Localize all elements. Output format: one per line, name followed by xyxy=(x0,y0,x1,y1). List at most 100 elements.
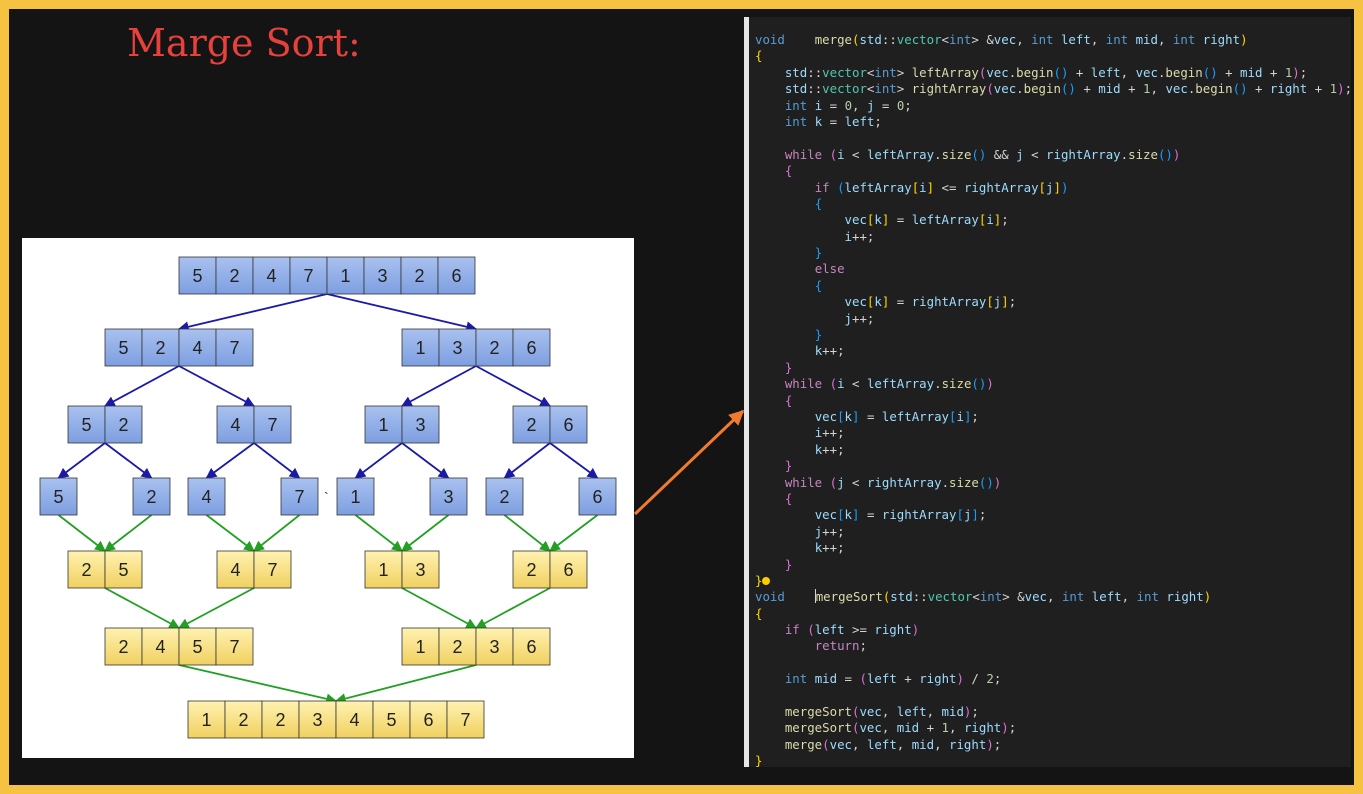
code-token: :: xyxy=(807,64,823,80)
lightbulb-icon[interactable] xyxy=(762,576,771,585)
code-token: [ xyxy=(837,507,845,523)
cell-value: 2 xyxy=(238,710,248,730)
merge-arrow xyxy=(104,587,180,629)
array-group: 3 xyxy=(429,477,468,516)
code-token: ; xyxy=(1008,294,1017,310)
code-token: if xyxy=(814,179,830,195)
code-editor[interactable]: void merge(std::vector<int> &vec, int le… xyxy=(744,17,1351,767)
code-token: <= xyxy=(934,179,964,195)
code-token: = xyxy=(889,212,912,228)
code-token: rightArray xyxy=(911,294,987,310)
code-token: } xyxy=(814,245,823,261)
code-token: > & xyxy=(1002,589,1025,605)
cell-value: 1 xyxy=(201,710,211,730)
code-token: vector xyxy=(896,32,942,47)
code-token: + xyxy=(896,671,920,687)
cell-value: 1 xyxy=(415,637,425,657)
code-token: ; xyxy=(971,408,979,424)
code-token: begin xyxy=(1023,81,1061,97)
code-token: right xyxy=(874,622,912,638)
code-token: size xyxy=(941,376,972,392)
code-token: ++; xyxy=(822,523,845,539)
code-token: ] xyxy=(926,179,935,195)
array-group: 5 xyxy=(39,477,78,516)
code-line: { xyxy=(755,606,1351,622)
code-token: left xyxy=(866,736,897,752)
code-token: i xyxy=(837,146,845,162)
code-token: int xyxy=(874,81,897,97)
merge-arrow xyxy=(475,587,551,629)
code-token: :: xyxy=(807,81,823,97)
code-token: ; xyxy=(993,736,1002,752)
code-token: leftArray xyxy=(911,212,979,228)
code-token: int xyxy=(874,64,897,80)
code-token: } xyxy=(784,458,793,474)
code-token: :: xyxy=(881,32,897,47)
code-line: i++; xyxy=(755,229,1351,245)
code-line: merge(vec, left, mid, right); xyxy=(755,737,1351,753)
code-token: ) xyxy=(986,736,994,752)
cell-value: 6 xyxy=(423,710,433,730)
code-token: ] xyxy=(1053,179,1061,195)
code-token: int xyxy=(1061,589,1085,605)
code-token: vec xyxy=(844,212,867,228)
code-token: mergeSort xyxy=(815,589,883,605)
array-group: 7 xyxy=(280,477,319,516)
array-group: 13 xyxy=(364,405,440,444)
array-group: 5 2 4 7 1 3 2 6 xyxy=(178,256,476,295)
cell-value: 3 xyxy=(415,415,425,435)
code-token: vec xyxy=(993,81,1017,97)
code-token: + xyxy=(1120,81,1144,97)
code-line: vec[k] = leftArray[i]; xyxy=(755,212,1351,228)
code-token: left xyxy=(1090,64,1121,80)
code-line: } xyxy=(755,327,1351,343)
cell-value: 5 xyxy=(192,266,202,286)
code-token: while xyxy=(784,146,823,162)
code-line: } xyxy=(755,753,1351,767)
array-group: 13 xyxy=(364,550,440,589)
cell-value: 3 xyxy=(452,338,462,358)
code-token: + xyxy=(1247,81,1270,97)
cell-value: 7 xyxy=(229,637,239,657)
code-token: std xyxy=(784,64,808,80)
code-token: [ xyxy=(837,408,845,424)
code-token: () xyxy=(1232,81,1248,97)
code-token: = xyxy=(874,97,897,113)
code-token: } xyxy=(755,572,763,588)
code-line: void mergeSort(std::vector<int> &vec, in… xyxy=(755,589,1351,605)
code-token: leftArray xyxy=(911,64,979,80)
code-token: () xyxy=(1157,146,1173,162)
code-token: [ xyxy=(1038,179,1047,195)
code-token: vec xyxy=(814,408,838,424)
code-token: size xyxy=(941,146,972,162)
cell-value: 5 xyxy=(386,710,396,730)
code-token: begin xyxy=(1016,64,1054,80)
cell-value: 2 xyxy=(146,487,156,507)
code-token: left xyxy=(896,704,927,720)
cell-value: 6 xyxy=(526,637,536,657)
code-token: >= xyxy=(844,622,875,638)
code-token: ] xyxy=(971,507,979,523)
code-token: ++; xyxy=(822,540,845,556)
cell-value: 4 xyxy=(192,338,202,358)
code-token: mid xyxy=(1098,81,1121,97)
cell-value: 6 xyxy=(526,338,536,358)
code-token: merge xyxy=(814,32,852,47)
code-token: = xyxy=(822,113,845,129)
split-arrow xyxy=(401,365,477,407)
merge-arrow xyxy=(178,664,338,705)
code-token: left xyxy=(1091,589,1122,605)
code-token: , xyxy=(881,704,897,720)
cell-value: 7 xyxy=(267,560,277,580)
